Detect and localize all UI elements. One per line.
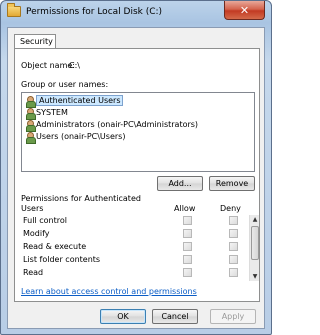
permission-row: Full control [23, 215, 243, 227]
deny-checkbox[interactable] [229, 242, 238, 251]
permissions-list: Full control Modify Read & execute List … [21, 215, 259, 281]
permission-name: List folder contents [23, 255, 101, 264]
permissions-scrollbar[interactable]: ▲ ▼ [249, 215, 259, 281]
group-icon [24, 107, 36, 120]
list-item[interactable]: SYSTEM [24, 107, 68, 120]
permission-name: Full control [23, 216, 67, 225]
permissions-label: Permissions for Authenticated Users [21, 194, 141, 213]
add-button[interactable]: Add... [157, 176, 203, 191]
group-icon [24, 119, 36, 132]
deny-column-header: Deny [220, 204, 241, 213]
user-name: Authenticated Users [36, 95, 124, 106]
deny-checkbox[interactable] [229, 216, 238, 225]
title-bar: Permissions for Local Disk (C:) ✕ [1, 1, 271, 27]
permission-name: Read [23, 268, 44, 277]
user-name: SYSTEM [36, 108, 68, 117]
permission-row: Read [23, 267, 243, 279]
access-control-help-link[interactable]: Learn about access control and permissio… [21, 287, 197, 296]
allow-checkbox[interactable] [183, 216, 192, 225]
allow-checkbox[interactable] [183, 255, 192, 264]
group-icon [24, 95, 36, 108]
close-button[interactable]: ✕ [224, 1, 265, 20]
folder-icon [7, 3, 21, 17]
allow-checkbox[interactable] [183, 229, 192, 238]
remove-button[interactable]: Remove [209, 176, 255, 191]
group-icon [24, 131, 36, 144]
scroll-up-icon[interactable]: ▲ [250, 215, 260, 224]
users-listbox[interactable]: Authenticated Users SYSTEM Administrator… [21, 92, 255, 172]
object-name-label: Object name: [21, 61, 75, 70]
deny-checkbox[interactable] [229, 255, 238, 264]
allow-column-header: Allow [174, 204, 196, 213]
permission-row: Modify [23, 228, 243, 240]
permission-name: Read & execute [23, 242, 87, 251]
user-name: Administrators (onair-PC\Administrators) [36, 120, 199, 129]
user-name: Users (onair-PC\Users) [36, 132, 126, 141]
object-name-value: C:\ [69, 61, 80, 70]
deny-checkbox[interactable] [229, 229, 238, 238]
ok-button[interactable]: OK [100, 309, 146, 324]
cancel-button[interactable]: Cancel [152, 309, 198, 324]
list-item[interactable]: Users (onair-PC\Users) [24, 131, 126, 144]
window-title: Permissions for Local Disk (C:) [26, 7, 163, 17]
scroll-thumb[interactable] [251, 226, 259, 260]
tab-security[interactable]: Security [14, 34, 56, 49]
deny-checkbox[interactable] [229, 268, 238, 277]
permissions-dialog: Permissions for Local Disk (C:) ✕ Securi… [0, 0, 272, 335]
dialog-content: Security Object name: C:\ Group or user … [7, 27, 265, 329]
list-item[interactable]: Authenticated Users [24, 95, 124, 108]
permission-row: List folder contents [23, 254, 243, 266]
allow-checkbox[interactable] [183, 242, 192, 251]
list-item[interactable]: Administrators (onair-PC\Administrators) [24, 119, 199, 132]
allow-checkbox[interactable] [183, 268, 192, 277]
group-users-label: Group or user names: [21, 80, 109, 89]
permission-name: Modify [23, 229, 50, 238]
permission-row: Read & execute [23, 241, 243, 253]
scroll-down-icon[interactable]: ▼ [250, 272, 260, 281]
apply-button[interactable]: Apply [210, 309, 256, 324]
security-panel: Object name: C:\ Group or user names: Au… [14, 48, 260, 302]
